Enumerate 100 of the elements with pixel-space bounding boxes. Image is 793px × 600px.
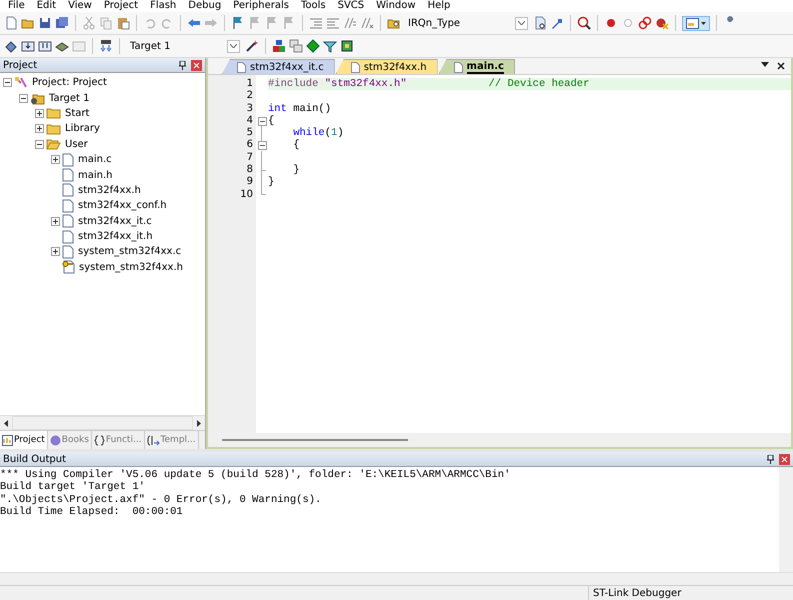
rebuild-icon[interactable] [38, 39, 52, 53]
expand-icon[interactable] [51, 216, 60, 226]
chip-icon[interactable] [340, 39, 354, 53]
menu-item[interactable]: Edit [30, 0, 62, 12]
output-line: Build target 'Target 1' [0, 481, 146, 494]
panel-title: Build Output [3, 454, 66, 464]
project-icon [14, 76, 28, 90]
panel-tab[interactable]: Project [0, 431, 48, 449]
file-icon [62, 230, 74, 244]
funnel-icon[interactable] [323, 39, 337, 53]
close-icon[interactable] [777, 62, 785, 70]
fold-toggle-icon[interactable] [258, 141, 266, 150]
build-icon[interactable] [21, 39, 35, 53]
file-icon [62, 152, 74, 167]
code-line: while(1) [292, 127, 345, 140]
line-number: 3 [246, 102, 254, 115]
uncomment-icon[interactable] [360, 16, 374, 30]
tree-item[interactable]: stm32f4xx_it.c [76, 216, 152, 227]
arrow-icon[interactable] [550, 16, 564, 30]
menu-item[interactable]: Debug [182, 0, 228, 12]
collapse-icon[interactable] [3, 78, 12, 88]
tree-item[interactable]: main.h [76, 170, 113, 181]
target-folder-icon [30, 92, 45, 105]
menu-item[interactable]: File [2, 0, 31, 12]
flag-icon[interactable] [231, 16, 245, 30]
indent-icon[interactable] [309, 16, 323, 30]
expand-icon[interactable] [51, 247, 60, 256]
fold-guide-line [261, 151, 266, 195]
tree-item[interactable]: main.c [76, 154, 112, 166]
file-tab[interactable]: stm32f4xx.h [336, 59, 438, 74]
code-line: } [268, 176, 276, 189]
code-line: { [268, 114, 276, 128]
key-file-icon [62, 260, 75, 274]
diamond-icon[interactable] [306, 39, 320, 53]
save-icon[interactable] [38, 16, 52, 30]
save-all-icon[interactable] [55, 16, 69, 30]
tree-item[interactable]: User [63, 138, 88, 150]
collapse-icon[interactable] [35, 140, 44, 149]
line-number: 1 [246, 78, 254, 90]
tree-item[interactable]: system_stm32f4xx.h [77, 262, 183, 273]
paste-icon[interactable] [116, 16, 130, 30]
menu-item[interactable]: Peripherals [227, 0, 295, 12]
dropdown-icon[interactable] [761, 62, 769, 67]
tree-item[interactable]: stm32f4xx_it.h [76, 231, 153, 242]
download-icon[interactable] [99, 39, 113, 53]
collapse-icon[interactable] [19, 94, 28, 103]
tree-item[interactable]: system_stm32f4xx.c [76, 246, 182, 258]
caret-icon [701, 22, 706, 24]
magnifier-icon[interactable] [577, 16, 591, 30]
new-file-icon[interactable] [4, 16, 18, 30]
tree-item[interactable]: stm32f4xx_conf.h [76, 200, 167, 212]
scroll-left-icon[interactable] [4, 420, 8, 426]
expand-icon[interactable] [35, 124, 44, 134]
books-icon [50, 434, 61, 446]
breakpoint-cross-icon[interactable] [655, 16, 669, 30]
scrollbar-thumb[interactable] [222, 439, 408, 441]
expand-icon[interactable] [51, 155, 60, 164]
menu-item[interactable]: Help [422, 0, 456, 12]
fold-guide-line [261, 126, 262, 141]
fold-toggle-icon[interactable] [258, 116, 266, 126]
magic-wand-icon[interactable] [245, 39, 259, 53]
breakpoint-icon[interactable] [604, 16, 618, 30]
menu-item[interactable]: Window [370, 0, 422, 12]
line-number: 5 [246, 127, 254, 140]
menu-item[interactable]: Flash [144, 0, 182, 12]
caret-icon[interactable] [230, 44, 237, 48]
back-arrow-icon[interactable] [187, 16, 201, 30]
document-search-icon[interactable] [533, 16, 547, 30]
outdent-icon[interactable] [326, 16, 340, 30]
menu-item[interactable]: Tools [294, 0, 332, 12]
menu-item[interactable]: View [62, 0, 98, 12]
scroll-right-icon[interactable] [197, 420, 201, 426]
tree-item[interactable]: Target 1 [47, 92, 90, 104]
tree-item[interactable]: Library [63, 123, 100, 134]
caret-icon[interactable] [518, 21, 525, 25]
file-icon [237, 62, 246, 72]
file-icon [62, 214, 74, 228]
line-number: 2 [246, 90, 254, 103]
menu-item[interactable]: Project [98, 0, 144, 12]
windows-icon[interactable] [289, 39, 303, 53]
tree-item[interactable]: Start [63, 108, 90, 119]
file-tab[interactable]: main.c [438, 59, 515, 74]
panel-title: Project [3, 60, 38, 70]
file-tab[interactable]: stm32f4xx_it.c [222, 59, 335, 74]
code-line: { [292, 139, 301, 152]
menu-item[interactable]: SVCS [332, 0, 370, 12]
expand-icon[interactable] [35, 108, 44, 118]
comment-icon[interactable] [343, 16, 357, 30]
tree-item[interactable]: stm32f4xx.h [76, 184, 141, 196]
tree-item[interactable]: Project: Project [30, 77, 107, 88]
pin-icon[interactable] [767, 454, 774, 464]
rings-icon[interactable] [638, 16, 652, 30]
window-layout-button[interactable] [682, 16, 710, 30]
braces-icon [94, 434, 105, 446]
folder-icon [46, 138, 61, 150]
pin-icon[interactable] [179, 60, 186, 70]
output-line: Build Time Elapsed: 00:00:01 [0, 506, 184, 518]
blocks-icon[interactable] [272, 39, 286, 53]
translate-icon[interactable] [4, 39, 18, 53]
file-icon [350, 62, 360, 72]
